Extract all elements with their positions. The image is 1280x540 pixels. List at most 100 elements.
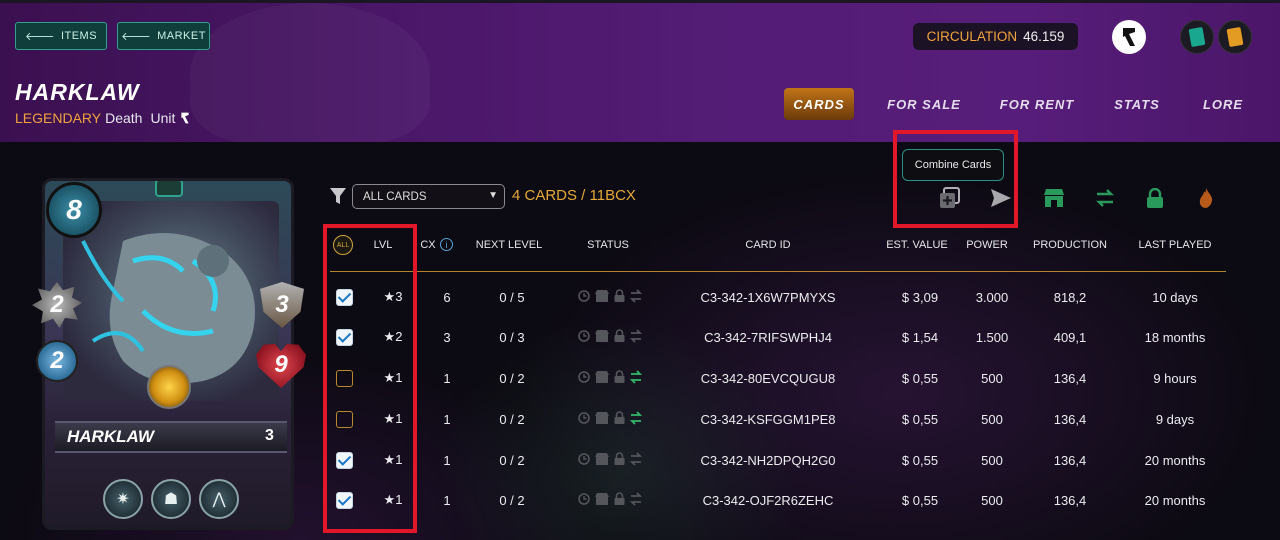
tab-for-rent[interactable]: FOR RENT bbox=[998, 88, 1076, 120]
speed-badge: 2 bbox=[36, 340, 78, 382]
market-sell-icon[interactable] bbox=[1042, 186, 1066, 210]
row-status bbox=[570, 440, 650, 480]
table-row[interactable]: ★1 1 0 / 2 C3-342-NH2DPQH2G0 $ 0,55 500 136,4 2… bbox=[330, 440, 1226, 480]
table-row[interactable]: ★3 6 0 / 5 C3-342-1X6W7PMYXS $ 3,09 3.000 818,… bbox=[330, 277, 1226, 317]
cell-next: 0 / 3 bbox=[499, 329, 525, 345]
cell-card-id[interactable]: C3-342-KSFGGM1PE8 bbox=[680, 399, 856, 439]
cell-next: 0 / 2 bbox=[499, 452, 525, 468]
header-lvl[interactable]: LVL bbox=[366, 239, 400, 251]
card-edition-icon bbox=[155, 181, 183, 197]
market-button[interactable]: 🡐 MARKET bbox=[117, 22, 210, 50]
cell-bcx: 1 bbox=[443, 452, 451, 468]
table-row[interactable]: ★2 3 0 / 3 C3-342-7RIFSWPHJ4 $ 1,54 1.500 409,… bbox=[330, 317, 1226, 357]
cell-lvl: ★1 bbox=[383, 411, 403, 426]
lock-icon[interactable] bbox=[1143, 186, 1167, 210]
header-production[interactable]: PRODUCTION bbox=[1030, 239, 1110, 251]
cell-value: $ 0,55 bbox=[901, 411, 939, 427]
teal-card-icon[interactable] bbox=[1180, 20, 1214, 54]
cell-value: $ 3,09 bbox=[901, 289, 939, 305]
page-title: HARKLAW bbox=[15, 79, 140, 105]
gold-card-icon[interactable] bbox=[1218, 20, 1252, 54]
cell-bcx: 1 bbox=[443, 370, 451, 386]
cell-last: 9 days bbox=[1155, 411, 1195, 427]
header-status[interactable]: STATUS bbox=[580, 239, 636, 251]
cell-power: 500 bbox=[981, 370, 1003, 386]
combine-cards-icon[interactable] bbox=[938, 186, 962, 210]
clock-icon bbox=[578, 492, 590, 508]
filter-icon[interactable] bbox=[330, 187, 346, 205]
clock-icon bbox=[578, 370, 590, 386]
cell-production: 818,2 bbox=[1053, 289, 1087, 305]
market-icon bbox=[595, 452, 609, 468]
items-button[interactable]: 🡐 ITEMS bbox=[15, 22, 107, 50]
select-all-checkbox[interactable]: ALL bbox=[333, 235, 353, 255]
transfer-arrows-icon bbox=[629, 288, 643, 306]
cell-bcx: 1 bbox=[443, 411, 451, 427]
cell-power: 500 bbox=[981, 492, 1003, 508]
table-row[interactable]: ★1 1 0 / 2 C3-342-KSFGGM1PE8 $ 0,55 500 136,4 9… bbox=[330, 399, 1226, 439]
clock-icon bbox=[578, 289, 590, 305]
clock-icon bbox=[578, 452, 590, 468]
header-est-value[interactable]: EST. VALUE bbox=[882, 239, 952, 251]
card-filter-select[interactable]: ALL CARDS ▼ bbox=[352, 184, 505, 209]
transfer-arrows-icon bbox=[629, 491, 643, 509]
cell-value: $ 0,55 bbox=[901, 370, 939, 386]
cell-lvl: ★1 bbox=[383, 370, 403, 385]
card-level: 3 bbox=[265, 427, 274, 444]
cell-card-id[interactable]: C3-342-80EVCQUGU8 bbox=[680, 358, 856, 398]
transfer-arrows-icon[interactable] bbox=[1093, 186, 1117, 210]
ability-claws-icon: ⋀ bbox=[199, 479, 239, 519]
send-icon[interactable] bbox=[989, 186, 1013, 210]
cell-production: 136,4 bbox=[1053, 452, 1087, 468]
arrow-left-icon: 🡐 bbox=[121, 31, 152, 43]
cell-bcx: 1 bbox=[443, 492, 451, 508]
transfer-arrows-icon bbox=[629, 410, 643, 428]
card-name: HARKLAW bbox=[67, 427, 154, 446]
clock-icon bbox=[578, 329, 590, 345]
cell-bcx: 6 bbox=[443, 289, 451, 305]
header-next-level[interactable]: NEXT LEVEL bbox=[474, 239, 544, 251]
info-icon[interactable]: i bbox=[440, 238, 453, 251]
header-bcx[interactable]: CX bbox=[418, 239, 438, 251]
cell-next: 0 / 2 bbox=[499, 492, 525, 508]
row-checkbox[interactable] bbox=[336, 289, 353, 306]
market-icon bbox=[595, 492, 609, 508]
lock-icon bbox=[614, 289, 625, 305]
combine-cards-tooltip: Combine Cards bbox=[902, 149, 1004, 181]
rarity-label: LEGENDARY bbox=[15, 110, 102, 126]
row-checkbox[interactable] bbox=[336, 492, 353, 509]
cell-value: $ 0,55 bbox=[901, 492, 939, 508]
row-checkbox[interactable] bbox=[336, 329, 353, 346]
tab-for-sale[interactable]: FOR SALE bbox=[884, 88, 964, 120]
tab-cards[interactable]: CARDS bbox=[784, 88, 854, 120]
table-row[interactable]: ★1 1 0 / 2 C3-342-80EVCQUGU8 $ 0,55 500 136,4 9… bbox=[330, 358, 1226, 398]
market-icon bbox=[595, 411, 609, 427]
header-power[interactable]: POWER bbox=[962, 239, 1012, 251]
market-icon bbox=[595, 289, 609, 305]
cell-power: 3.000 bbox=[975, 289, 1009, 305]
row-checkbox[interactable] bbox=[336, 452, 353, 469]
element-label: Death bbox=[105, 110, 143, 126]
cell-lvl: ★3 bbox=[383, 289, 403, 304]
tab-stats[interactable]: STATS bbox=[1110, 88, 1164, 120]
row-checkbox[interactable] bbox=[336, 370, 353, 387]
row-status bbox=[570, 480, 650, 520]
cell-next: 0 / 2 bbox=[499, 411, 525, 427]
kind-label: Unit bbox=[150, 110, 176, 126]
cell-card-id[interactable]: C3-342-7RIFSWPHJ4 bbox=[680, 317, 856, 357]
table-row[interactable]: ★1 1 0 / 2 C3-342-OJF2R6ZEHC $ 0,55 500 136,4 2… bbox=[330, 480, 1226, 520]
header-card-id[interactable]: CARD ID bbox=[735, 239, 801, 251]
cell-production: 136,4 bbox=[1053, 492, 1087, 508]
header-last-played[interactable]: LAST PLAYED bbox=[1132, 239, 1218, 251]
row-checkbox[interactable] bbox=[336, 411, 353, 428]
cell-last: 18 months bbox=[1144, 329, 1206, 345]
card-count: 4 CARDS / 11BCX bbox=[512, 187, 636, 204]
lock-icon bbox=[614, 329, 625, 345]
cell-power: 500 bbox=[981, 452, 1003, 468]
cell-card-id[interactable]: C3-342-1X6W7PMYXS bbox=[680, 277, 856, 317]
cell-card-id[interactable]: C3-342-NH2DPQH2G0 bbox=[680, 440, 856, 480]
unit-type-icon[interactable] bbox=[1112, 20, 1146, 54]
tab-lore[interactable]: LORE bbox=[1198, 88, 1248, 120]
cell-card-id[interactable]: C3-342-OJF2R6ZEHC bbox=[680, 480, 856, 520]
burn-fire-icon[interactable] bbox=[1194, 186, 1218, 210]
